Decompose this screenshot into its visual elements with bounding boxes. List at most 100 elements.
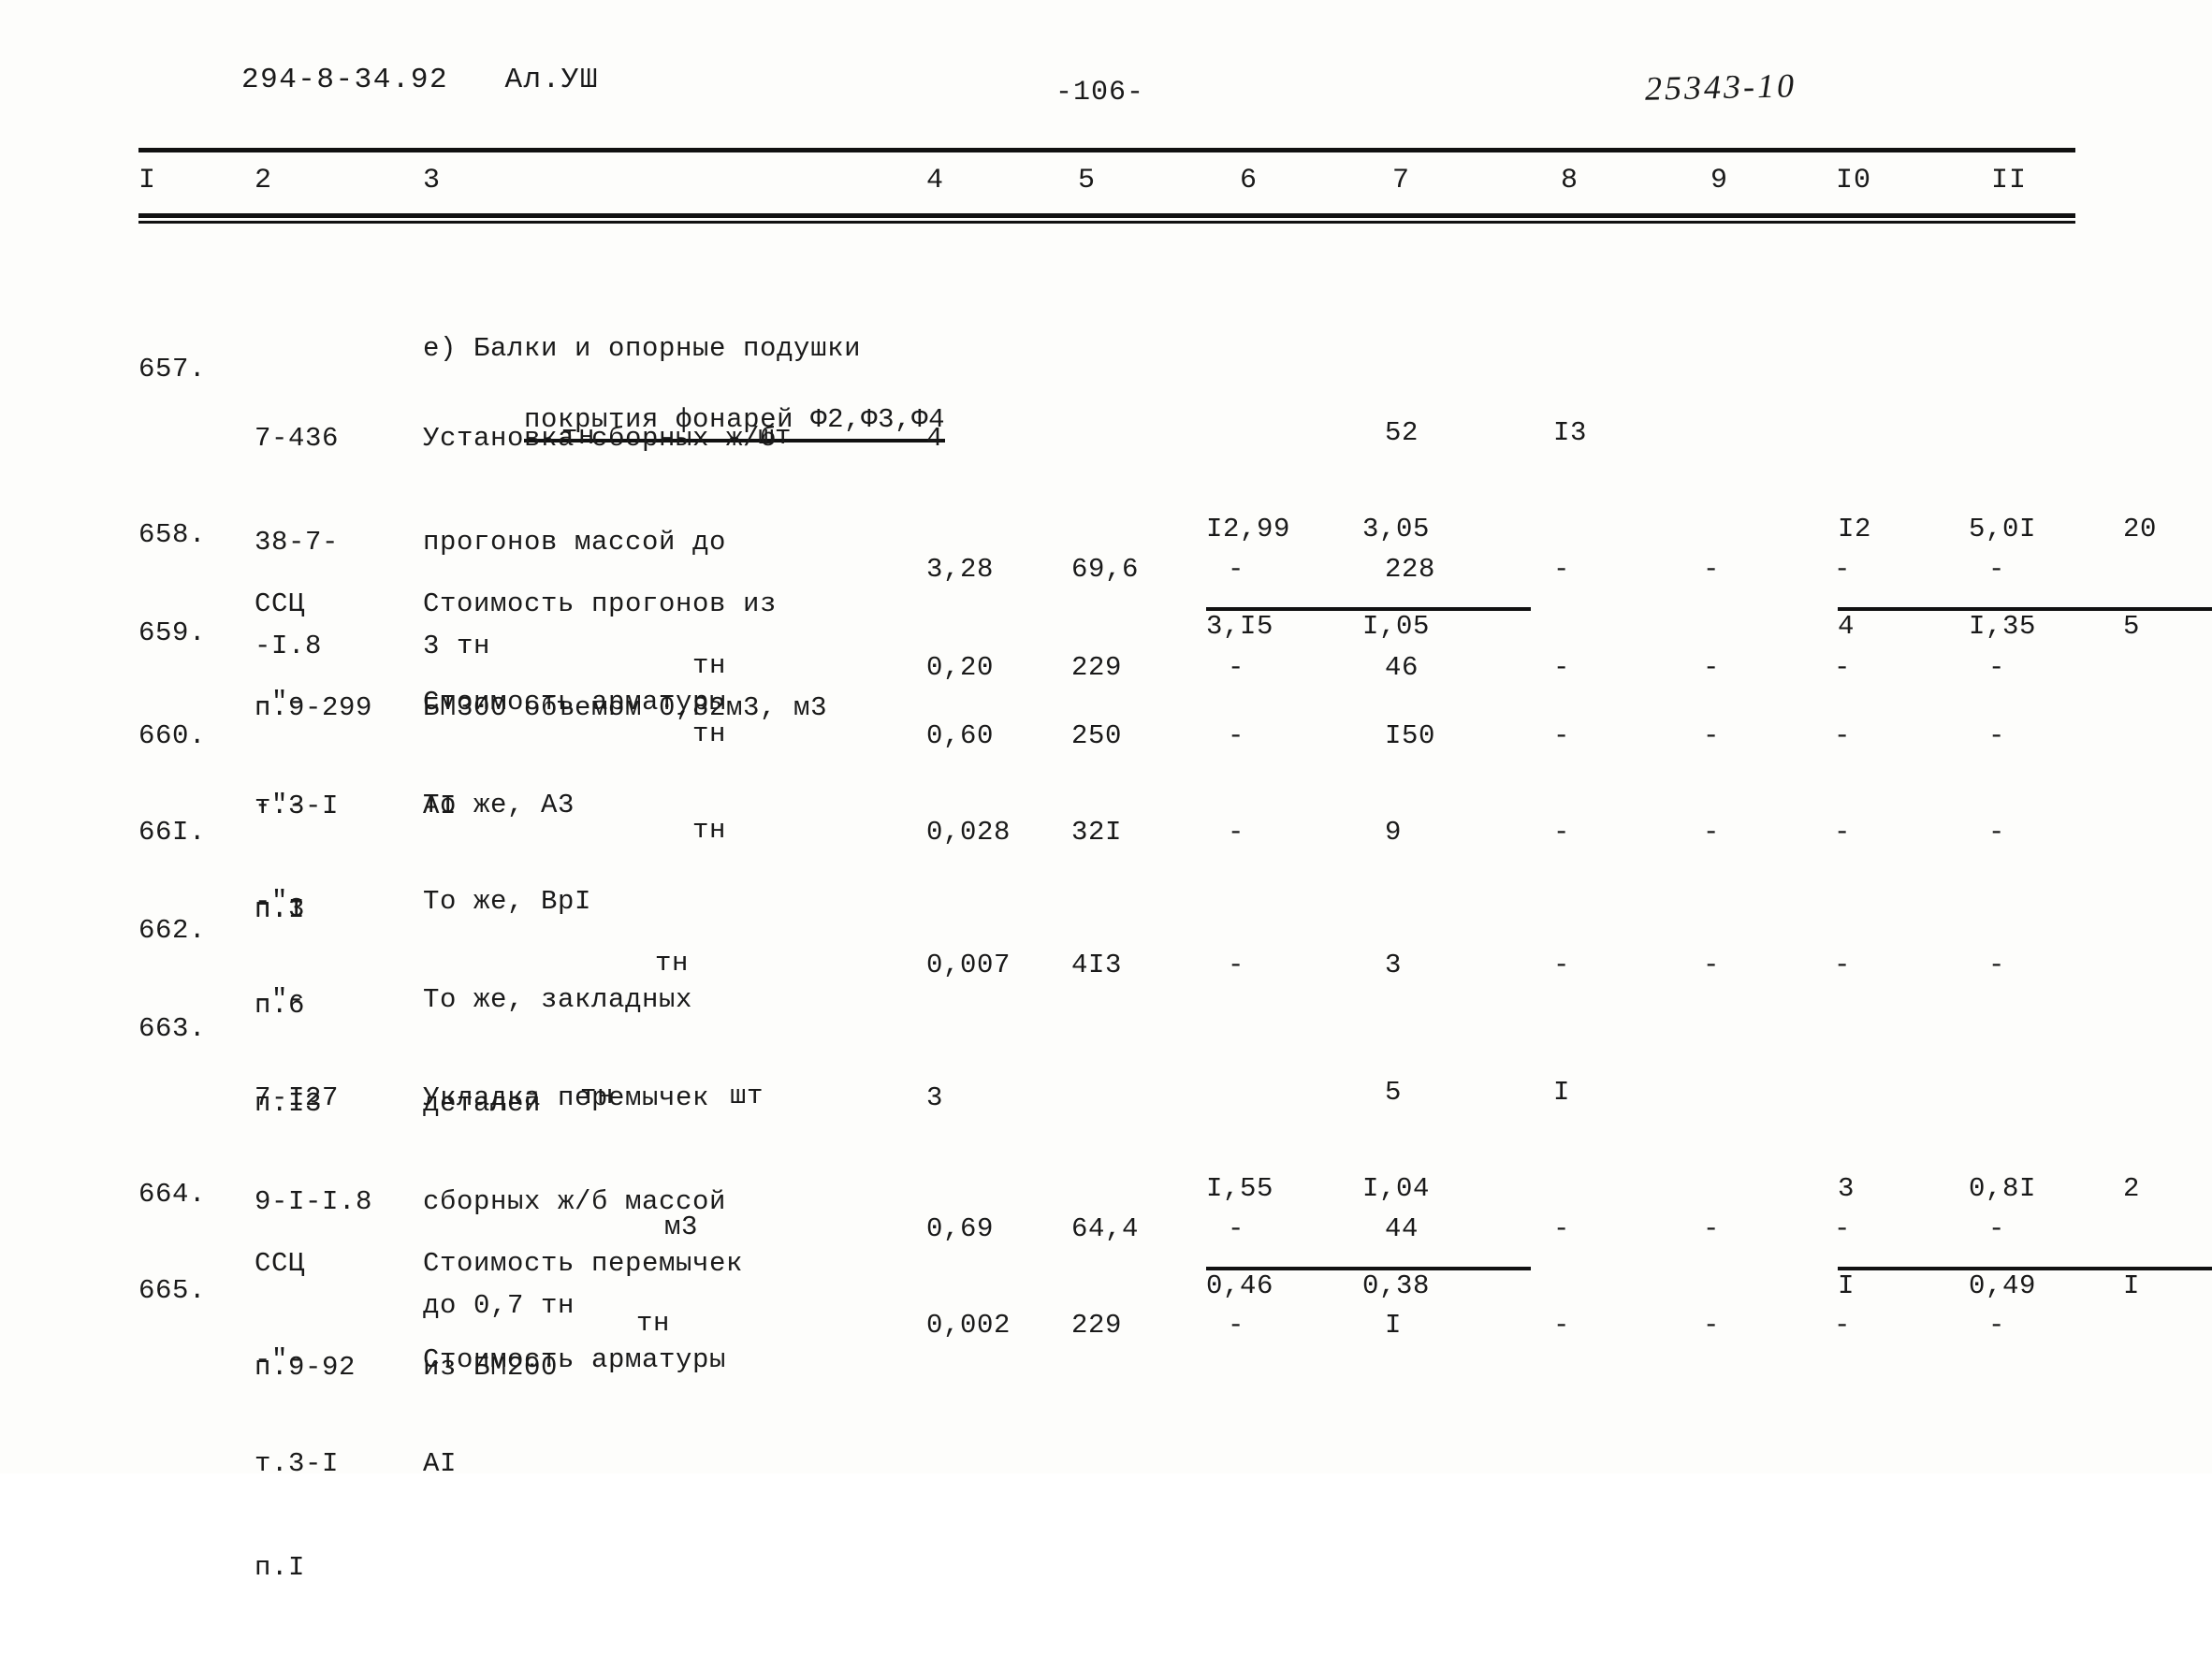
cell-col5: 4I3 [1071,950,1123,980]
row-number: 664. [138,1179,207,1210]
row-description-line: Стоимость арматуры [423,1344,727,1375]
table-header-rule-second [138,221,2075,224]
cell-col11: - [1988,652,2005,683]
cell-col10: - [1834,1310,1851,1341]
row-unit: тн [692,815,727,846]
row-code-line: -"- [255,687,306,718]
fraction-denominator: 0,38 [1362,1267,1532,1302]
cell-col4: 0,002 [926,1310,1011,1341]
row-unit-tn: тн [580,1081,615,1111]
cell-col10: - [1834,950,1851,980]
table-header-rule [138,213,2075,218]
fraction-numerator: 20 [2123,514,2158,544]
cell-col8: - [1553,554,1570,585]
cell-col11: - [1988,950,2005,980]
cell-col9: - [1703,950,1720,980]
document-code: 294-8-34.92 Ал.УШ [241,64,599,96]
row-unit: м3 [664,1211,699,1242]
row-number: 66I. [138,817,207,848]
cell-col8: - [1553,1310,1570,1341]
cell-col9: - [1703,817,1720,848]
cell-col6: - [1228,720,1244,751]
column-number-7: 7 [1392,165,1411,196]
column-number-3: 3 [423,165,442,196]
cell-col8: I3 [1553,417,1588,448]
cell-col8: - [1553,652,1570,683]
row-code: -"- т.3-I п.I [255,1273,404,1654]
row-code-line: 7-I27 [255,1082,340,1113]
cell-col6: - [1228,1310,1244,1341]
cell-col7: 52 [1385,417,1419,448]
cell-col4: 0,20 [926,652,995,683]
column-number-6: 6 [1240,165,1259,196]
cell-col7: 228 [1385,554,1436,585]
cell-col7: 3 [1385,950,1403,980]
row-description-line: Укладка перемычек [423,1082,710,1113]
row-number: 657. [138,354,207,384]
column-number-1: I [138,165,157,196]
cell-col10: - [1834,720,1851,751]
cell-col11: - [1988,817,2005,848]
cell-col4: 3,28 [926,554,995,585]
cell-col7: 9 [1385,817,1403,848]
cell-col9: - [1703,554,1720,585]
fraction-numerator: I,04 [1362,1173,1431,1204]
row-description-line: AI [423,1448,458,1479]
cell-col10: - [1834,1213,1851,1244]
row-unit: тн [692,718,727,749]
row-number: 660. [138,720,207,751]
row-unit: тн [655,948,690,979]
row-unit: тн [692,650,727,681]
fraction-denominator: I [2123,1267,2212,1302]
page-header: 294-8-34.92 Ал.УШ -106- 25343-10 [0,64,2212,109]
cell-col11: - [1988,1213,2005,1244]
cell-col7: 5 [1385,1077,1403,1108]
cell-col8: - [1553,720,1570,751]
cell-col8: - [1553,950,1570,980]
cell-col6: - [1228,817,1244,848]
row-code-line: 7-436 [255,423,340,454]
cell-col7: I50 [1385,720,1436,751]
cell-col4: 0,69 [926,1213,995,1244]
cell-col8: I [1553,1077,1571,1108]
cell-col5: 64,4 [1071,1213,1140,1244]
row-number: 659. [138,617,207,648]
cell-col11: - [1988,720,2005,751]
cell-col5: 229 [1071,652,1123,683]
cell-col5: 69,6 [1071,554,1140,585]
column-number-2: 2 [255,165,273,196]
fraction-denominator: I,05 [1362,607,1532,643]
page-number: -106- [1055,77,1145,109]
row-number: 663. [138,1013,207,1044]
cell-col4: 4 [926,423,944,454]
cell-col11: - [1988,554,2005,585]
scanned-page: 294-8-34.92 Ал.УШ -106- 25343-10 I 2 3 4… [0,0,2212,1583]
row-unit: шт [730,1081,764,1111]
column-number-8: 8 [1561,165,1579,196]
column-number-11: II [1991,165,2028,196]
cell-col6: - [1228,652,1244,683]
cell-col9: - [1703,720,1720,751]
cell-col9: - [1703,1310,1720,1341]
cell-col5: 229 [1071,1310,1123,1341]
fraction-denominator: 5 [2123,607,2212,643]
cell-col11: - [1988,1310,2005,1341]
fraction: 20 5 [2123,450,2212,706]
row-code-line: -"- [255,1344,306,1375]
cell-col6: - [1228,554,1244,585]
cell-col4: 0,60 [926,720,995,751]
row-number: 665. [138,1275,207,1306]
table-top-rule [138,148,2075,152]
column-number-10: I0 [1836,165,1872,196]
handwritten-archive-code: 25343-10 [1644,66,1797,108]
cell-col7: 46 [1385,652,1419,683]
column-number-5: 5 [1078,165,1097,196]
cell-col5: 32I [1071,817,1123,848]
row-number: 658. [138,519,207,550]
cell-col8: - [1553,817,1570,848]
cell-col4: 0,007 [926,950,1011,980]
cell-col6: - [1228,950,1244,980]
column-number-4: 4 [926,165,945,196]
cell-col6: - [1228,1213,1244,1244]
cell-col4: 3 [926,1082,944,1113]
